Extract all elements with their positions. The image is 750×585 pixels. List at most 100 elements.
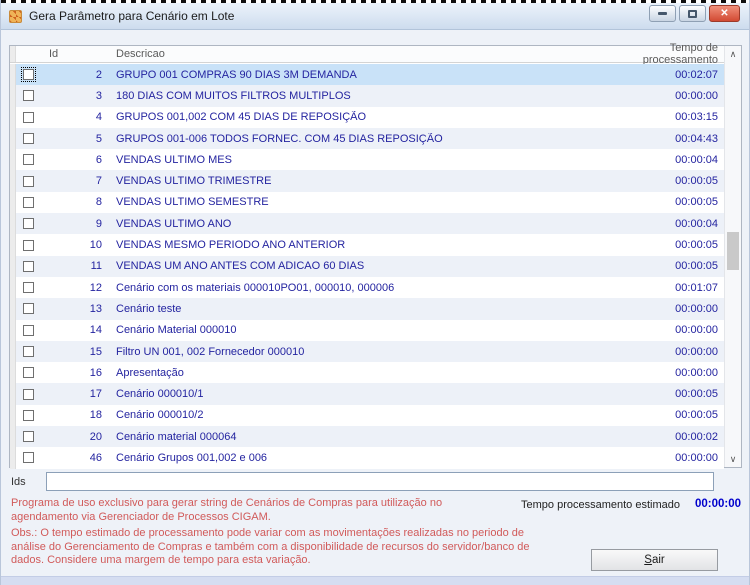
- row-checkbox[interactable]: [23, 175, 34, 187]
- row-checkbox[interactable]: [23, 324, 34, 336]
- row-checkbox[interactable]: [23, 409, 34, 421]
- checkbox-cell: [16, 196, 46, 208]
- minimize-button[interactable]: [649, 5, 676, 22]
- table-row[interactable]: 10 VENDAS MESMO PERIODO ANO ANTERIOR 00:…: [10, 234, 724, 256]
- scroll-up-icon[interactable]: ∧: [725, 47, 741, 61]
- row-checkbox[interactable]: [23, 133, 34, 145]
- row-description: Apresentação: [116, 366, 184, 379]
- row-description: GRUPOS 001,002 COM 45 DIAS DE REPOSIÇÃO: [116, 111, 367, 124]
- row-id: 17: [89, 388, 102, 401]
- row-checkbox[interactable]: [23, 218, 34, 230]
- table-row[interactable]: 46 Cenário Grupos 001,002 e 006 00:00:00: [10, 447, 724, 469]
- row-checkbox[interactable]: [21, 67, 36, 83]
- row-processing-time: 00:00:00: [675, 89, 718, 102]
- ids-label: Ids: [11, 476, 26, 488]
- checkbox-cell: [16, 239, 46, 251]
- row-description: Cenário material 000064: [116, 430, 237, 443]
- scrollbar-thumb[interactable]: [727, 232, 739, 270]
- table-row[interactable]: 16 Apresentação 00:00:00: [10, 362, 724, 384]
- row-description: VENDAS MESMO PERIODO ANO ANTERIOR: [116, 239, 346, 252]
- row-processing-time: 00:00:02: [675, 430, 718, 443]
- window-controls: ✕: [649, 5, 740, 22]
- row-id: 12: [89, 281, 102, 294]
- row-checkbox[interactable]: [23, 282, 34, 294]
- row-description: GRUPO 001 COMPRAS 90 DIAS 3M DEMANDA: [116, 68, 357, 81]
- close-button[interactable]: ✕: [709, 5, 740, 22]
- row-description: Cenário 000010/1: [116, 388, 204, 401]
- window-bottom-frame: [1, 576, 749, 585]
- row-description: VENDAS ULTIMO SEMESTRE: [116, 196, 269, 209]
- table-row[interactable]: 9 VENDAS ULTIMO ANO 00:00:04: [10, 213, 724, 235]
- title-bar[interactable]: Gera Parâmetro para Cenário em Lote: [1, 3, 749, 30]
- row-id: 3: [95, 89, 102, 102]
- table-row[interactable]: 2 GRUPO 001 COMPRAS 90 DIAS 3M DEMANDA 0…: [10, 64, 724, 86]
- row-checkbox[interactable]: [23, 452, 34, 464]
- row-checkbox[interactable]: [23, 346, 34, 357]
- table-row[interactable]: 5 GRUPOS 001-006 TODOS FORNEC. COM 45 DI…: [10, 127, 724, 150]
- row-checkbox[interactable]: [23, 239, 34, 251]
- table-row[interactable]: 3 180 DIAS COM MUITOS FILTROS MULTIPLOS …: [10, 85, 724, 107]
- row-processing-time: 00:00:05: [675, 239, 718, 252]
- row-checkbox[interactable]: [23, 303, 34, 315]
- row-id: 10: [89, 239, 102, 252]
- ids-input[interactable]: [46, 472, 714, 491]
- row-checkbox[interactable]: [23, 90, 34, 102]
- row-description: Filtro UN 001, 002 Fornecedor 000010: [116, 345, 305, 358]
- row-description: VENDAS ULTIMO MES: [116, 153, 232, 166]
- scroll-down-icon[interactable]: ∨: [725, 452, 741, 466]
- exit-button[interactable]: Sair: [591, 549, 718, 571]
- table-row[interactable]: 18 Cenário 000010/2 00:00:05: [10, 404, 724, 427]
- row-processing-time: 00:00:00: [675, 302, 718, 315]
- row-processing-time: 00:03:15: [675, 111, 718, 124]
- maximize-button[interactable]: [679, 5, 706, 22]
- row-id: 2: [95, 68, 102, 81]
- checkbox-cell: [16, 260, 46, 272]
- row-description: Cenário Material 000010: [116, 324, 237, 337]
- checkbox-cell: [16, 452, 46, 464]
- row-checkbox[interactable]: [23, 260, 34, 272]
- table-row[interactable]: 17 Cenário 000010/1 00:00:05: [10, 383, 724, 405]
- obs-notice-text: Obs.: O tempo estimado de processamento …: [11, 527, 530, 566]
- table-row[interactable]: 7 VENDAS ULTIMO TRIMESTRE 00:00:05: [10, 170, 724, 192]
- row-description: Cenário teste: [116, 302, 182, 315]
- checkbox-cell: [16, 111, 46, 123]
- table-row[interactable]: 6 VENDAS ULTIMO MES 00:00:04: [10, 149, 724, 171]
- row-id: 8: [95, 196, 102, 209]
- row-id: 46: [89, 451, 102, 464]
- row-description: Cenário 000010/2: [116, 409, 204, 422]
- row-processing-time: 00:00:00: [675, 366, 718, 379]
- table-row[interactable]: 15 Filtro UN 001, 002 Fornecedor 000010 …: [10, 340, 724, 363]
- row-processing-time: 00:00:04: [675, 153, 718, 166]
- row-checkbox[interactable]: [23, 431, 34, 443]
- minimize-icon: [658, 12, 667, 15]
- row-processing-time: 00:00:00: [675, 451, 718, 464]
- table-row[interactable]: 13 Cenário teste 00:00:00: [10, 298, 724, 320]
- row-checkbox[interactable]: [23, 111, 34, 123]
- checkbox-cell: [16, 303, 46, 315]
- table-row[interactable]: 20 Cenário material 000064 00:00:02: [10, 426, 724, 448]
- column-header-descricao[interactable]: Descricao: [108, 48, 600, 60]
- table-row[interactable]: 8 VENDAS ULTIMO SEMESTRE 00:00:05: [10, 191, 724, 214]
- row-id: 15: [89, 345, 102, 358]
- usage-notice-text: Programa de uso exclusivo para gerar str…: [11, 497, 443, 523]
- row-checkbox[interactable]: [23, 367, 34, 379]
- row-checkbox[interactable]: [23, 196, 34, 208]
- row-id: 7: [95, 175, 102, 188]
- table-row[interactable]: 14 Cenário Material 000010 00:00:00: [10, 319, 724, 341]
- row-description: VENDAS ULTIMO ANO: [116, 217, 232, 230]
- row-id: 20: [89, 430, 102, 443]
- vertical-scrollbar[interactable]: ∧ ∨: [724, 46, 741, 467]
- checkbox-cell: [16, 409, 46, 421]
- row-id: 16: [89, 366, 102, 379]
- row-checkbox[interactable]: [23, 154, 34, 166]
- checkbox-cell: [16, 282, 46, 294]
- table-row[interactable]: 12 Cenário com os materiais 000010PO01, …: [10, 276, 724, 299]
- row-checkbox[interactable]: [23, 388, 34, 400]
- column-header-tempo[interactable]: Tempo de processamento: [600, 42, 724, 66]
- column-header-id[interactable]: Id: [46, 48, 108, 60]
- table-row[interactable]: 11 VENDAS UM ANO ANTES COM ADICAO 60 DIA…: [10, 255, 724, 277]
- checkbox-cell: [16, 346, 46, 357]
- table-row[interactable]: 4 GRUPOS 001,002 COM 45 DIAS DE REPOSIÇÃ…: [10, 106, 724, 128]
- app-icon: [9, 9, 22, 23]
- row-id: 4: [95, 111, 102, 124]
